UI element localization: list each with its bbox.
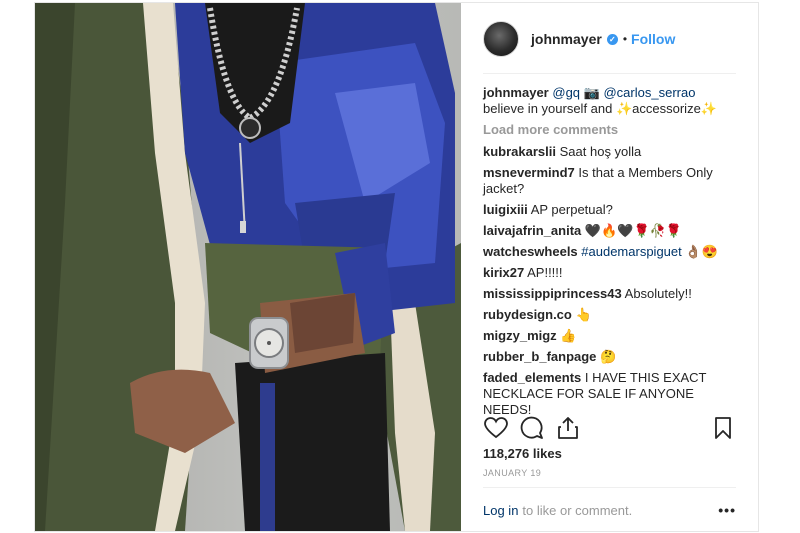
comment-username[interactable]: mississippiprincess43 [483,286,622,301]
camera-emoji: 📷 [583,85,600,100]
comment-username[interactable]: watcheswheels [483,244,578,259]
share-icon[interactable] [555,415,581,441]
header-separator: • [622,32,628,46]
comment-item: kubrakarslii Saat hoş yolla [483,144,740,160]
comment-username[interactable]: migzy_migz [483,328,557,343]
comment-text: Saat hoş yolla [559,144,642,159]
heart-icon[interactable] [483,415,509,441]
login-prompt: to like or comment. [522,502,633,518]
comment-item: mississippiprincess43 Absolutely!! [483,286,740,302]
instagram-post: johnmayer ✓ • Follow johnmayer @gq 📷 @ca… [34,2,759,532]
more-options-icon[interactable]: ••• [718,502,736,518]
comment-text: 🤔 [600,349,617,364]
post-caption: johnmayer @gq 📷 @carlos_serrao believe i… [483,85,740,117]
comment-item: msnevermind7 Is that a Members Only jack… [483,165,740,197]
verified-badge-icon: ✓ [606,33,618,45]
action-bar [483,415,736,441]
comment-item: laivajafrin_anita 🖤🔥🖤🌹🥀🌹 [483,223,740,239]
load-more-comments-button[interactable]: Load more comments [483,122,740,138]
comment-text: 👆 [575,307,592,322]
post-photo-illustration [35,3,461,531]
comment-item: kirix27 AP!!!!! [483,265,740,281]
caption-mention[interactable]: @carlos_serrao [603,85,695,100]
post-photo[interactable] [35,3,461,531]
header-divider [483,73,736,74]
bookmark-icon[interactable] [710,415,736,441]
comment-hashtag[interactable]: #audemarspiguet [581,244,681,259]
follow-button[interactable]: Follow [631,31,675,47]
comment-text: AP perpetual? [530,202,613,217]
post-date: JANUARY 19 [483,468,542,478]
comment-username[interactable]: kubrakarslii [483,144,556,159]
comment-text: 👌🏽😍 [685,244,718,259]
comment-item: migzy_migz 👍 [483,328,740,344]
post-header: johnmayer ✓ • Follow [483,19,675,59]
post-sidebar: johnmayer ✓ • Follow johnmayer @gq 📷 @ca… [461,3,758,531]
comment-username[interactable]: msnevermind7 [483,165,575,180]
comment-username[interactable]: luigixiii [483,202,528,217]
comments-list: johnmayer @gq 📷 @carlos_serrao believe i… [483,85,740,423]
caption-username[interactable]: johnmayer [483,85,549,100]
avatar[interactable] [483,21,519,57]
header-username[interactable]: johnmayer [531,31,602,47]
comment-text: 👍 [560,328,577,343]
comment-item: rubydesign.co 👆 [483,307,740,323]
comment-item: watcheswheels #audemarspiguet 👌🏽😍 [483,244,740,260]
post-footer: Log in to like or comment. ••• [483,501,736,519]
comment-username[interactable]: faded_elements [483,370,581,385]
likes-count[interactable]: 118,276 likes [483,446,562,461]
comment-text: 🖤🔥🖤🌹🥀🌹 [584,223,683,238]
footer-divider [483,487,736,488]
comment-username[interactable]: laivajafrin_anita [483,223,581,238]
comment-username[interactable]: rubber_b_fanpage [483,349,596,364]
caption-mention[interactable]: @gq [552,85,580,100]
comment-item: rubber_b_fanpage 🤔 [483,349,740,365]
comment-text: Absolutely!! [624,286,692,301]
comment-icon[interactable] [519,415,545,441]
comment-text: AP!!!!! [527,265,563,280]
comment-username[interactable]: kirix27 [483,265,524,280]
caption-text: believe in yourself and ✨accessorize✨ [483,101,717,116]
comment-username[interactable]: rubydesign.co [483,307,572,322]
comment-item: faded_elements I HAVE THIS EXACT NECKLAC… [483,370,740,418]
comment-item: luigixiii AP perpetual? [483,202,740,218]
login-link[interactable]: Log in [483,503,518,518]
